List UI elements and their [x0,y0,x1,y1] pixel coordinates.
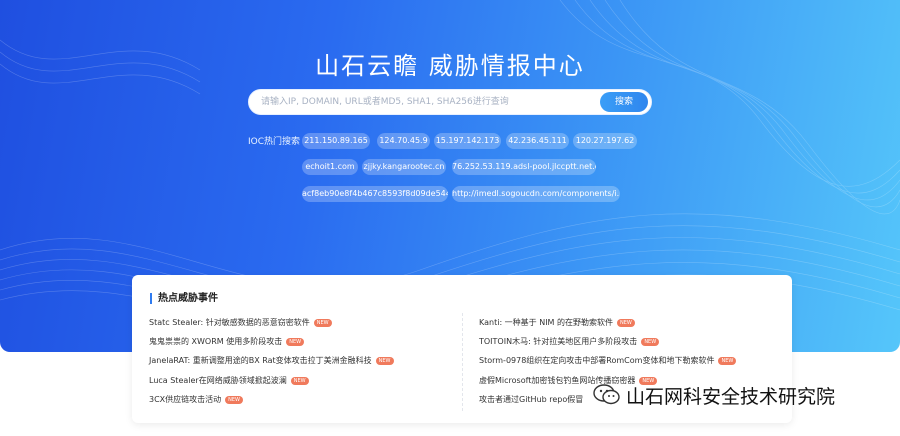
new-badge: NEW [313,319,332,327]
ioc-chip[interactable]: 211.150.89.165 [302,133,370,149]
column-divider [462,313,464,411]
new-badge: NEW [286,338,305,346]
event-title: 攻击者通过GitHub repo假冒 [479,395,584,404]
ioc-chip[interactable]: 120.27.197.62 [573,133,637,149]
event-title: 鬼鬼祟祟的 XWORM 使用多阶段攻击 [149,337,283,346]
search-bar: 搜索 [248,89,652,115]
ioc-chip[interactable]: 15.197.142.173 [434,133,501,149]
event-title: Luca Stealer在网络威胁领域掀起波澜 [149,376,287,385]
ioc-chip[interactable]: zjjky.kangarootec.cn [362,159,446,175]
ioc-hot-search-label: IOC热门搜索 [248,137,301,147]
ioc-chip[interactable]: echoit1.com [302,159,358,175]
event-item[interactable]: Kanti: 一种基于 NIM 的在野勒索软件 NEW [479,318,635,328]
event-item[interactable]: Storm-0978组织在定向攻击中部署RomCom变体和地下勒索软件 NEW [479,356,737,366]
event-title: TOITOIN木马: 针对拉美地区用户多阶段攻击 [479,337,638,346]
watermark: 山石网科安全技术研究院 [592,380,835,410]
new-badge: NEW [718,357,737,365]
ioc-chip[interactable]: http://imedl.sogoucdn.com/components/i..… [452,186,620,202]
watermark-text: 山石网科安全技术研究院 [626,385,836,408]
event-item[interactable]: Statc Stealer: 针对敏感数据的恶意窃密软件 NEW [149,318,332,328]
event-item[interactable]: 攻击者通过GitHub repo假冒 [479,395,583,405]
new-badge: NEW [290,377,309,385]
new-badge: NEW [375,357,394,365]
search-input[interactable] [261,93,591,111]
new-badge: NEW [617,319,635,327]
event-item[interactable]: Luca Stealer在网络威胁领域掀起波澜 NEW [149,376,309,386]
page-title: 山石云瞻 威胁情报中心 [315,52,585,80]
ioc-chip[interactable]: 42.236.45.111 [506,133,569,149]
ioc-chip[interactable]: 76.252.53.119.adsl-pool.jlccptt.net.cn [452,159,596,175]
ioc-chip[interactable]: acf8eb90e8f4b467c8593f8d09de5448 [302,186,448,202]
event-title: Statc Stealer: 针对敏感数据的恶意窃密软件 [149,318,310,327]
new-badge: NEW [225,396,243,404]
event-title: Kanti: 一种基于 NIM 的在野勒索软件 [479,318,614,327]
panel-title: 热点威胁事件 [150,293,218,304]
event-title: JanelaRAT: 重新调整用途的BX Rat变体攻击拉丁美洲金融科技 [149,356,372,365]
event-item[interactable]: TOITOIN木马: 针对拉美地区用户多阶段攻击 NEW [479,337,660,347]
event-item[interactable]: 3CX供应链攻击活动 NEW [149,395,243,405]
new-badge: NEW [641,338,660,346]
event-item[interactable]: JanelaRAT: 重新调整用途的BX Rat变体攻击拉丁美洲金融科技 NEW [149,356,394,366]
search-button[interactable]: 搜索 [600,92,648,112]
event-title: Storm-0978组织在定向攻击中部署RomCom变体和地下勒索软件 [479,356,715,365]
wechat-icon [593,384,620,405]
ioc-chip[interactable]: 124.70.45.9 [377,133,430,149]
event-item[interactable]: 鬼鬼祟祟的 XWORM 使用多阶段攻击 NEW [149,337,305,347]
event-title: 3CX供应链攻击活动 [149,395,222,404]
